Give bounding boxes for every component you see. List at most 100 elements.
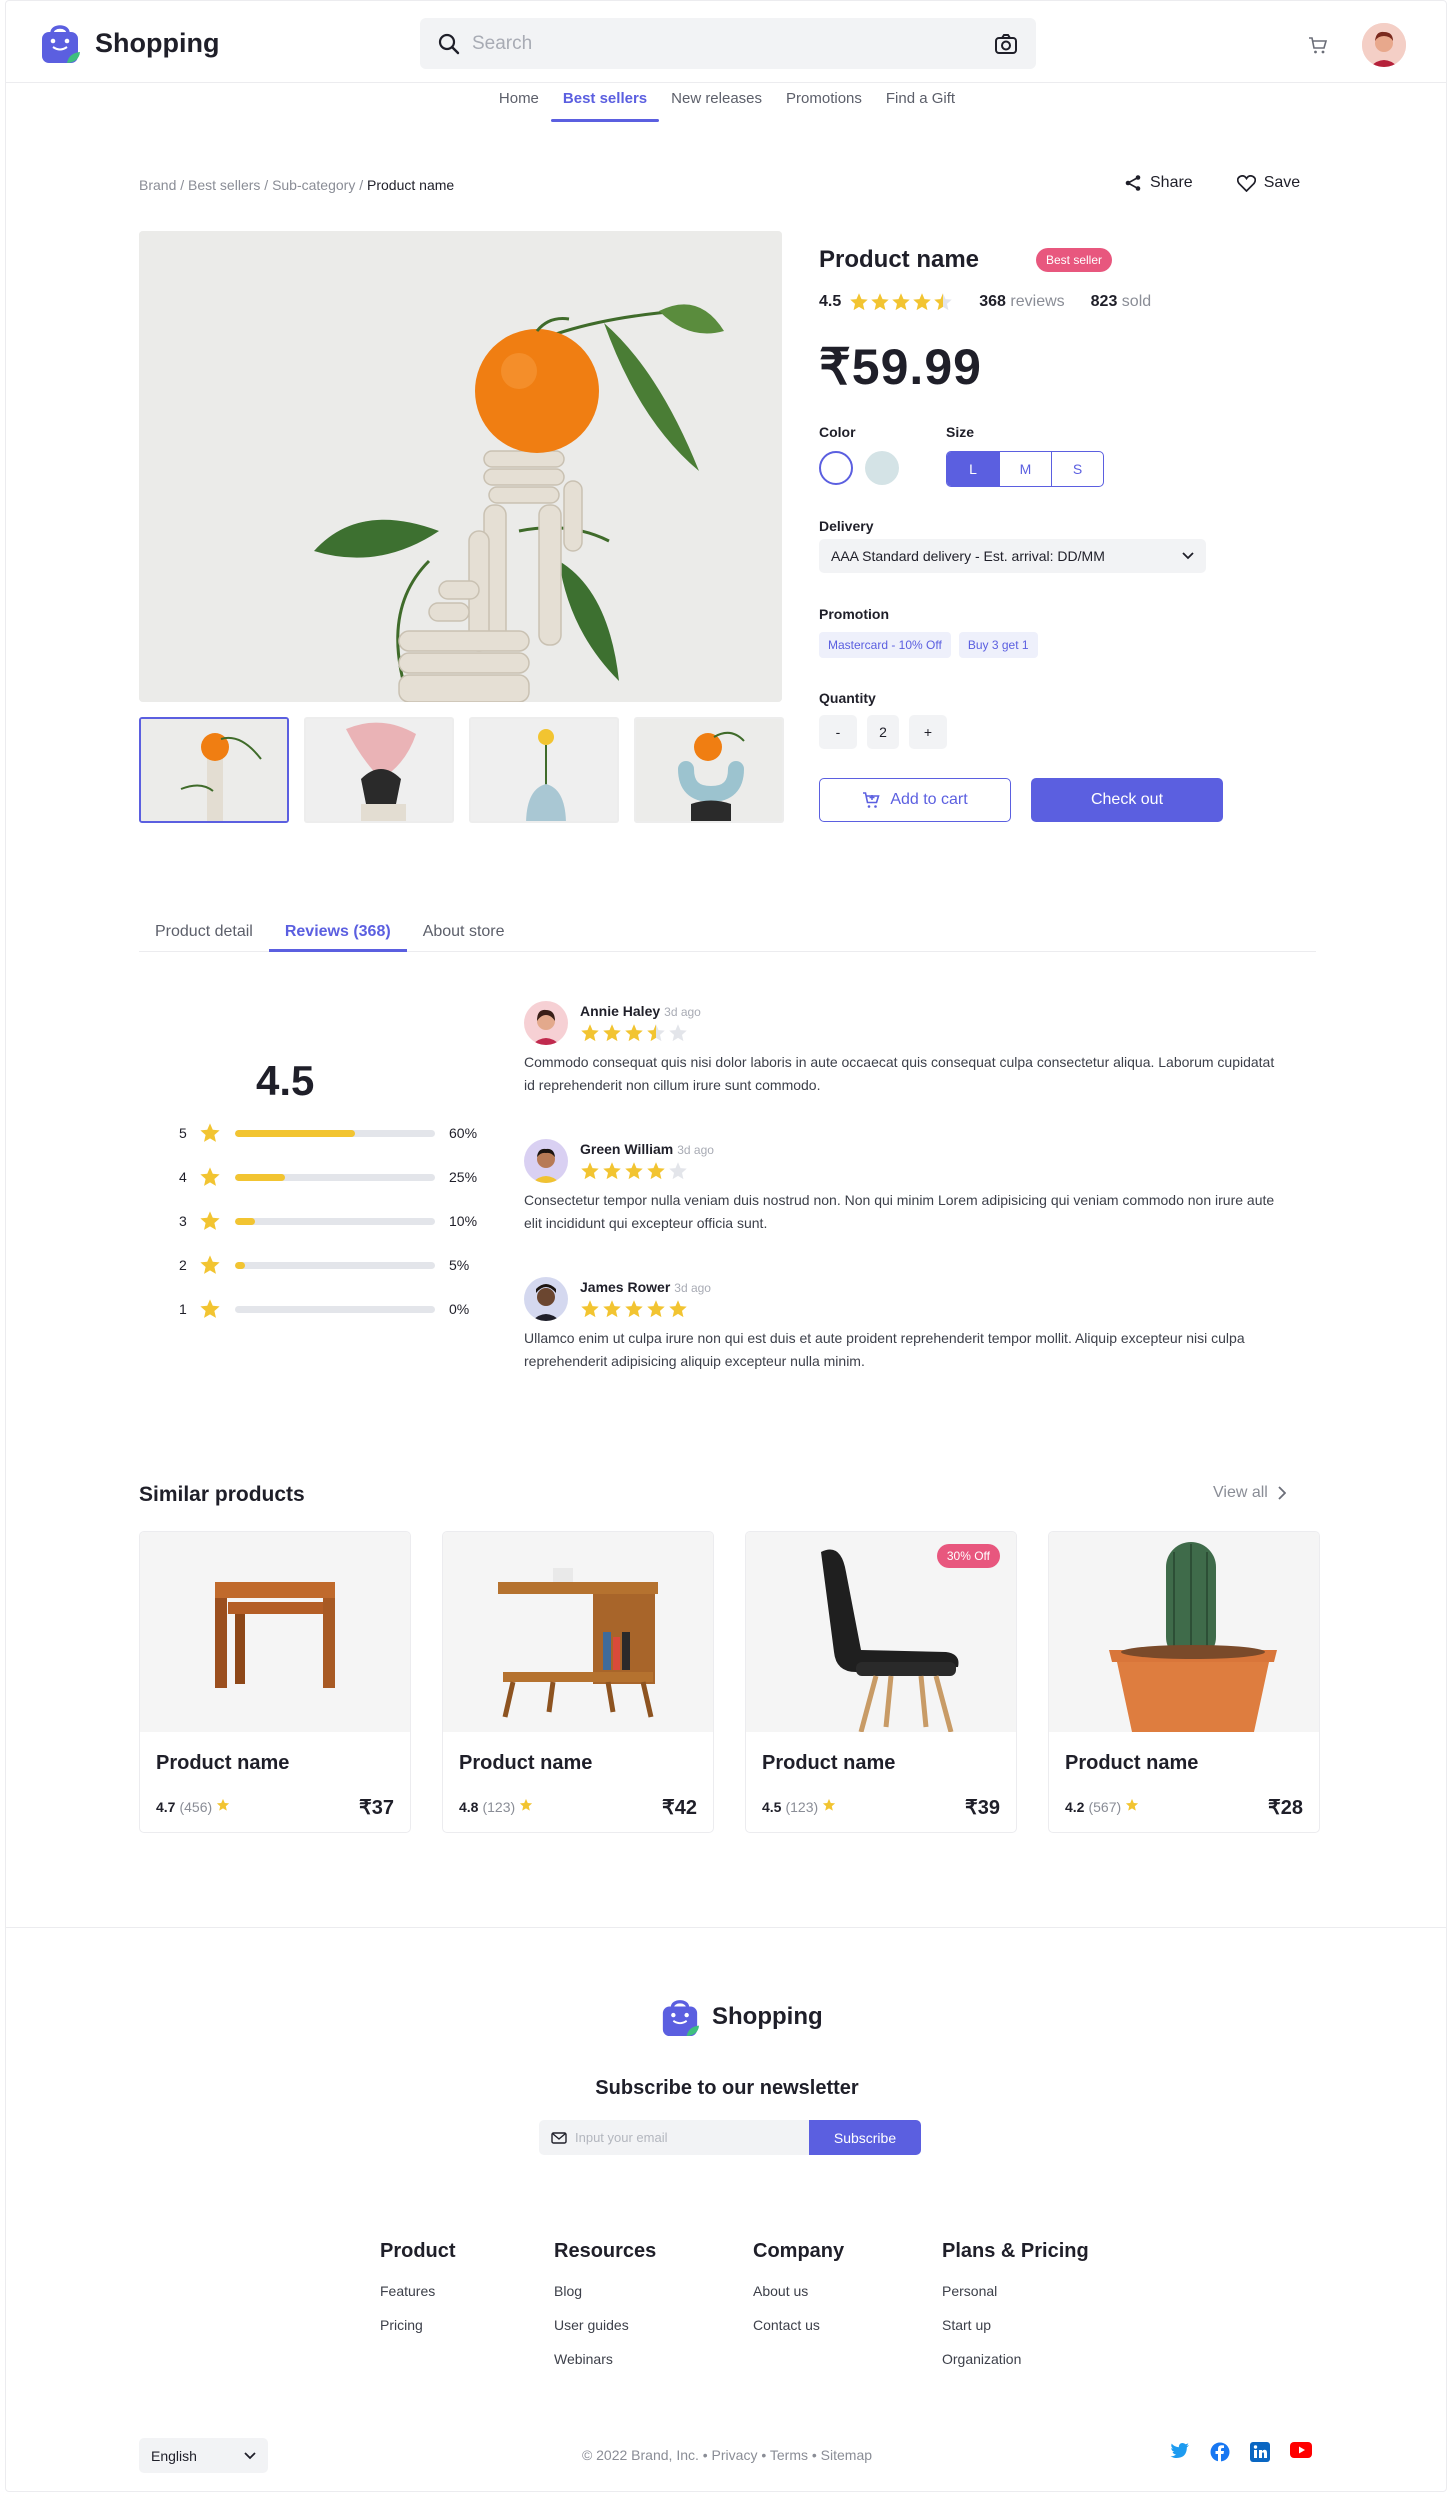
mail-icon: [551, 2131, 567, 2144]
footer-link-contact-us[interactable]: Contact us: [753, 2317, 844, 2333]
similar-products-title: Similar products: [139, 1483, 305, 1506]
nav-best-sellers[interactable]: Best sellers: [550, 88, 660, 122]
reviewer-avatar: [524, 1001, 568, 1045]
product-card[interactable]: Product name 4.2 (567) ₹28: [1048, 1531, 1320, 1833]
nav-home[interactable]: Home: [487, 88, 551, 122]
review-stars: [580, 1161, 714, 1181]
delivery-label: Delivery: [819, 518, 874, 534]
footer-link-organization[interactable]: Organization: [942, 2351, 1089, 2367]
star-icon: [520, 1798, 533, 1811]
view-all-link[interactable]: View all: [1213, 1484, 1286, 1502]
discount-badge: 30% Off: [936, 1544, 1000, 1568]
product-card-name: Product name: [459, 1752, 593, 1774]
footer-link-webinars[interactable]: Webinars: [554, 2351, 656, 2367]
newsletter-email-input[interactable]: [575, 2130, 775, 2145]
nav-find-a-gift[interactable]: Find a Gift: [874, 88, 967, 122]
brand-name: Shopping: [95, 27, 220, 58]
thumbnail-1[interactable]: [139, 717, 289, 823]
breadcrumb-brand[interactable]: Brand: [139, 177, 176, 193]
size-option-l[interactable]: L: [947, 452, 999, 486]
tab-about-store[interactable]: About store: [407, 923, 521, 951]
promo-tag[interactable]: Buy 3 get 1: [958, 632, 1038, 658]
reviewer-name: James Rower: [580, 1279, 671, 1295]
qty-value[interactable]: 2: [867, 715, 899, 749]
youtube-icon[interactable]: [1290, 2442, 1312, 2458]
footer-link-pricing[interactable]: Pricing: [380, 2317, 456, 2333]
subscribe-button[interactable]: Subscribe: [809, 2120, 921, 2155]
rating-bar-fill: [235, 1217, 255, 1225]
product-tabs: Product detail Reviews (368) About store: [139, 923, 1316, 952]
size-options: L M S: [946, 451, 1104, 487]
reviewer-name: Annie Haley: [580, 1003, 661, 1019]
star-icon: [625, 1162, 643, 1180]
rating-bar: [235, 1129, 435, 1137]
star-icon: [669, 1300, 687, 1318]
save-button[interactable]: Save: [1236, 174, 1300, 192]
camera-icon[interactable]: [994, 33, 1018, 55]
star-icon: [625, 1300, 643, 1318]
footer-brand-name: Shopping: [712, 2003, 823, 2030]
product-card-price: ₹28: [1268, 1797, 1303, 1819]
footer-link-personal[interactable]: Personal: [942, 2283, 1089, 2299]
breadcrumb-best-sellers[interactable]: Best sellers: [188, 177, 260, 193]
footer-column-title: Plans & Pricing: [942, 2240, 1089, 2262]
cart-plus-icon: [863, 792, 880, 808]
size-option-s[interactable]: S: [1051, 452, 1103, 486]
color-swatch-mint[interactable]: [865, 451, 899, 485]
tab-product-detail[interactable]: Product detail: [139, 923, 269, 951]
footer-link-features[interactable]: Features: [380, 2283, 456, 2299]
star-icon: [200, 1167, 220, 1186]
footer-link-start-up[interactable]: Start up: [942, 2317, 1089, 2333]
product-main-image[interactable]: [139, 231, 782, 702]
footer-logo[interactable]: Shopping: [660, 1996, 823, 2038]
twitter-icon[interactable]: [1170, 2442, 1190, 2460]
add-to-cart-button[interactable]: Add to cart: [819, 778, 1011, 822]
product-card-image: [140, 1532, 410, 1732]
header-actions: [1308, 23, 1406, 67]
search-bar: [420, 18, 1036, 69]
qty-increment-button[interactable]: +: [909, 715, 947, 749]
facebook-icon[interactable]: [1210, 2442, 1230, 2462]
reviewer-name: Green William: [580, 1141, 674, 1157]
size-option-m[interactable]: M: [999, 452, 1051, 486]
star-icon: [519, 1798, 533, 1815]
product-price: ₹59.99: [819, 339, 982, 395]
star-icon: [200, 1255, 220, 1274]
thumbnail-3[interactable]: [469, 717, 619, 823]
cart-icon[interactable]: [1308, 35, 1328, 55]
color-swatch-white[interactable]: [819, 451, 853, 485]
product-card[interactable]: 30% Off Product name 4.5 (123) ₹39: [745, 1531, 1017, 1833]
product-card-image: [1049, 1532, 1319, 1732]
promo-tag[interactable]: Mastercard - 10% Off: [819, 632, 951, 658]
footer-link-about-us[interactable]: About us: [753, 2283, 844, 2299]
promotion-label: Promotion: [819, 606, 889, 622]
star-icon: [581, 1162, 599, 1180]
qty-decrement-button[interactable]: -: [819, 715, 857, 749]
star-icon: [647, 1024, 665, 1042]
share-button[interactable]: Share: [1124, 174, 1193, 192]
delivery-select[interactable]: AAA Standard delivery - Est. arrival: DD…: [819, 539, 1206, 573]
thumbnail-2[interactable]: [304, 717, 454, 823]
linkedin-icon[interactable]: [1250, 2442, 1270, 2462]
thumbnail-4[interactable]: [634, 717, 784, 823]
search-input[interactable]: [472, 32, 994, 55]
star-icon: [1125, 1798, 1139, 1815]
footer-link-blog[interactable]: Blog: [554, 2283, 656, 2299]
tab-reviews[interactable]: Reviews (368): [268, 923, 407, 952]
rating-bar: [235, 1217, 435, 1225]
product-card[interactable]: Product name 4.7 (456) ₹37: [139, 1531, 411, 1833]
footer-link-user-guides[interactable]: User guides: [554, 2317, 656, 2333]
rating-star-level: 3: [179, 1213, 187, 1229]
color-label: Color: [819, 424, 856, 440]
breadcrumb-sub-category[interactable]: Sub-category: [272, 177, 355, 193]
checkout-button[interactable]: Check out: [1031, 778, 1223, 822]
nav-new-releases[interactable]: New releases: [659, 88, 774, 122]
star-icon: [217, 1798, 230, 1811]
brand-logo[interactable]: Shopping: [39, 21, 219, 65]
footer-column-product: Product Features Pricing: [380, 2240, 456, 2351]
nav-promotions[interactable]: Promotions: [774, 88, 874, 122]
product-card[interactable]: Product name 4.8 (123) ₹42: [442, 1531, 714, 1833]
rating-bar: [235, 1173, 435, 1181]
user-avatar[interactable]: [1362, 23, 1406, 67]
review-time: 3d ago: [664, 1005, 701, 1019]
